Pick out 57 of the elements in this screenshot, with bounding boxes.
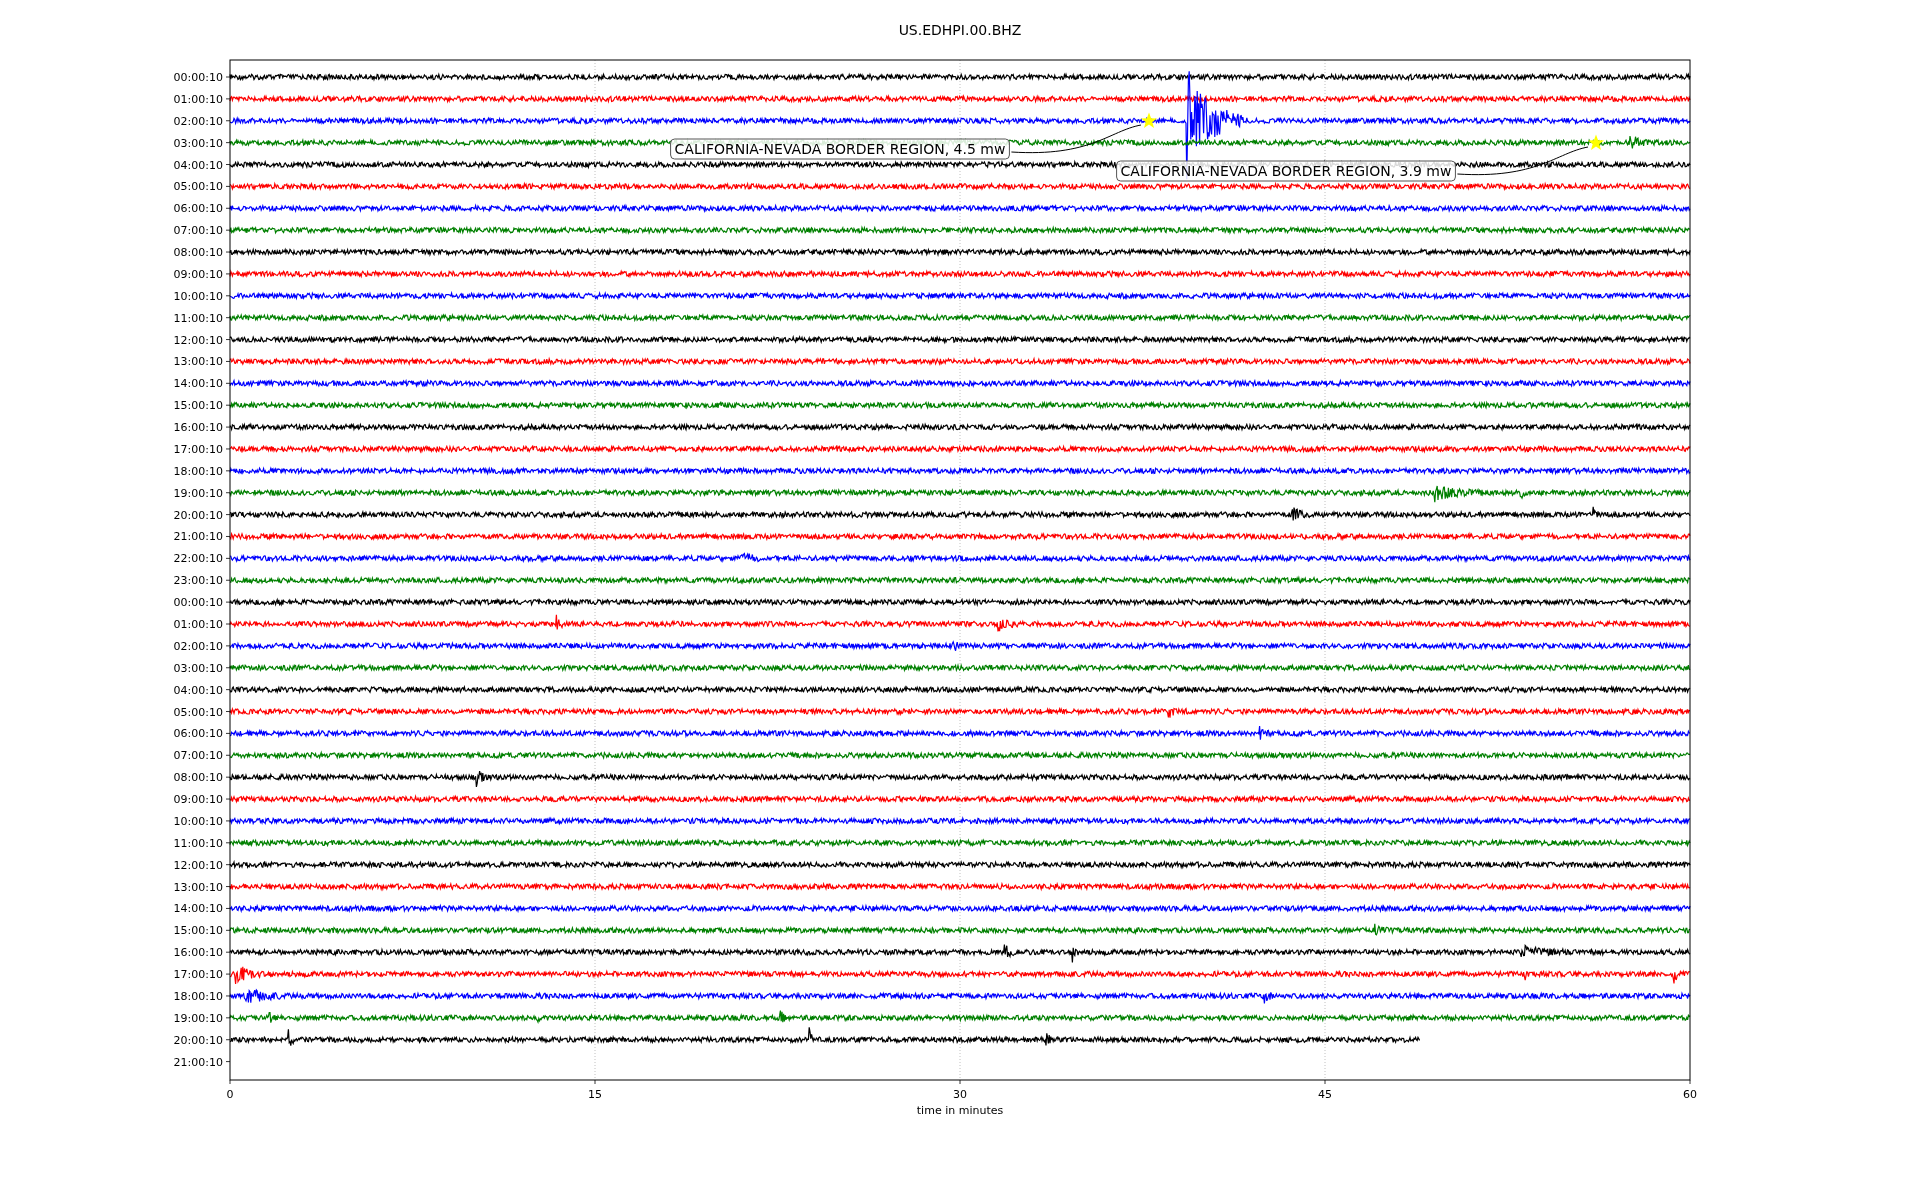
row-time-label: 00:00:10 xyxy=(173,596,223,610)
row-time-label: 14:00:10 xyxy=(173,377,223,391)
row-time-label: 16:00:10 xyxy=(173,946,223,960)
row-time-label: 21:00:10 xyxy=(173,1055,223,1069)
row-time-label: 11:00:10 xyxy=(173,836,223,850)
row-time-label: 04:00:10 xyxy=(173,683,223,697)
row-time-label: 00:00:10 xyxy=(173,71,223,84)
row-time-label: 19:00:10 xyxy=(173,1011,223,1025)
row-time-label: 07:00:10 xyxy=(173,749,223,763)
row-time-label: 17:00:10 xyxy=(173,442,223,456)
row-time-label: 05:00:10 xyxy=(173,180,223,194)
row-time-label: 03:00:10 xyxy=(173,661,223,675)
x-tick-label: 45 xyxy=(1318,1088,1332,1101)
row-time-label: 17:00:10 xyxy=(173,968,223,982)
row-time-label: 13:00:10 xyxy=(173,355,223,369)
row-time-label: 12:00:10 xyxy=(173,333,223,347)
row-time-label: 03:00:10 xyxy=(173,136,223,150)
row-time-label: 20:00:10 xyxy=(173,508,223,522)
row-time-label: 23:00:10 xyxy=(173,574,223,588)
event-annotation-label: CALIFORNIA-NEVADA BORDER REGION, 4.5 mw xyxy=(670,138,1010,160)
plot-title: US.EDHPI.00.BHZ xyxy=(898,22,1022,38)
row-time-label: 04:00:10 xyxy=(173,158,223,172)
event-annotation-label: CALIFORNIA-NEVADA BORDER REGION, 3.9 mw xyxy=(1116,160,1456,182)
row-time-label: 13:00:10 xyxy=(173,880,223,894)
row-time-label: 09:00:10 xyxy=(173,267,223,281)
row-time-label: 05:00:10 xyxy=(173,705,223,719)
row-time-label: 20:00:10 xyxy=(173,1033,223,1047)
row-time-label: 02:00:10 xyxy=(173,639,223,653)
row-time-label: 06:00:10 xyxy=(173,727,223,741)
x-tick-label: 15 xyxy=(588,1088,602,1101)
row-time-label: 10:00:10 xyxy=(173,289,223,303)
row-time-label: 01:00:10 xyxy=(173,618,223,631)
row-time-label: 11:00:10 xyxy=(173,311,223,325)
row-time-label: 18:00:10 xyxy=(173,989,223,1003)
x-tick-label: 30 xyxy=(953,1088,967,1101)
x-axis-label: time in minutes xyxy=(916,1104,1004,1117)
row-time-label: 22:00:10 xyxy=(173,552,223,566)
row-time-label: 18:00:10 xyxy=(173,464,223,478)
star-icon xyxy=(1140,112,1158,128)
row-time-label: 01:00:10 xyxy=(173,92,223,106)
x-tick-label: 0 xyxy=(226,1088,234,1101)
row-time-label: 21:00:10 xyxy=(173,530,223,544)
row-time-label: 10:00:10 xyxy=(173,814,223,828)
row-time-label: 08:00:10 xyxy=(173,771,223,785)
row-time-label: 15:00:10 xyxy=(173,924,223,938)
row-time-label: 14:00:10 xyxy=(173,902,223,916)
row-time-label: 02:00:10 xyxy=(173,114,223,128)
row-time-label: 15:00:10 xyxy=(173,399,223,413)
row-time-label: 09:00:10 xyxy=(173,793,223,807)
row-time-label: 08:00:10 xyxy=(173,246,223,260)
x-tick-label: 60 xyxy=(1683,1088,1697,1101)
row-time-label: 16:00:10 xyxy=(173,421,223,435)
star-icon xyxy=(1587,134,1605,150)
row-time-label: 06:00:10 xyxy=(173,202,223,216)
row-time-label: 19:00:10 xyxy=(173,486,223,500)
row-time-label: 07:00:10 xyxy=(173,224,223,238)
row-time-label: 12:00:10 xyxy=(173,858,223,872)
